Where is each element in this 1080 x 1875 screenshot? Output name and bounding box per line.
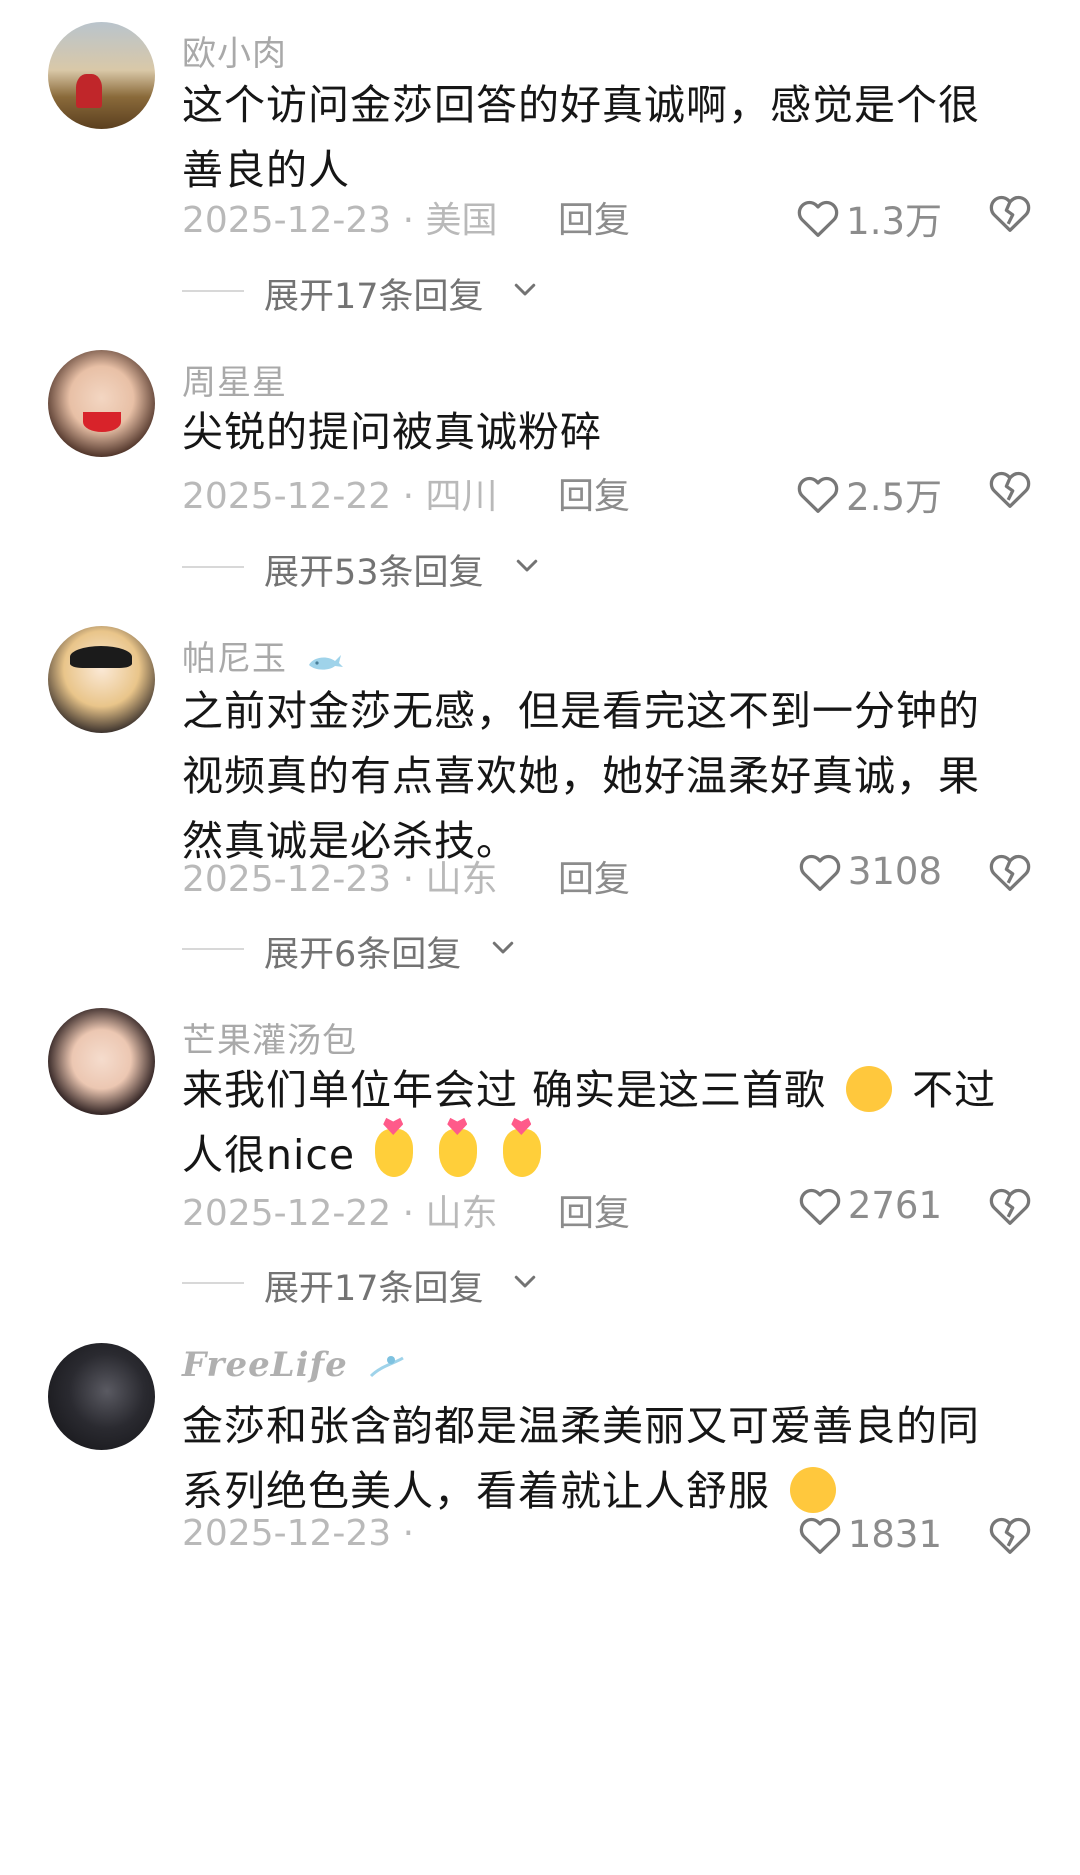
comment-text: 尖锐的提问被真诚粉碎	[182, 408, 602, 456]
date-location: 2025-12-23 · 山东	[182, 859, 498, 900]
reply-button[interactable]: 回复	[558, 467, 630, 519]
chevron-down-icon	[514, 283, 536, 296]
chevron-down-icon	[516, 559, 538, 572]
divider	[182, 566, 244, 568]
comment-text: 来我们单位年会过 确实是这三首歌 不过人很nice	[182, 1058, 1012, 1188]
username[interactable]: 芒果灌汤包	[182, 1013, 357, 1062]
like-button[interactable]: 2761	[798, 1184, 942, 1227]
comment-text: 金莎和张含韵都是温柔美丽又可爱善良的同系列绝色美人，看着就让人舒服	[182, 1394, 1012, 1524]
username-text: FreeLife	[182, 1345, 348, 1385]
heart-outline-icon	[799, 854, 841, 891]
heart-hands-emoji	[503, 1129, 542, 1177]
comment-meta: 2025-12-23 · 山东 回复 3108	[182, 850, 1032, 900]
relieved-face-emoji	[790, 1467, 837, 1513]
broken-heart-icon[interactable]	[988, 852, 1032, 892]
comment-meta: 2025-12-22 · 四川 回复 2.5万	[182, 467, 1032, 519]
chevron-down-icon	[514, 1275, 536, 1288]
broken-heart-icon[interactable]	[988, 193, 1032, 233]
crying-face-emoji	[846, 1066, 893, 1112]
comment-text: 这个访问金莎回答的好真诚啊，感觉是个很善良的人	[182, 81, 980, 194]
expand-replies-button[interactable]: 展开53条回复	[182, 544, 542, 593]
avatar[interactable]	[48, 22, 155, 129]
date-location: 2025-12-23 · 美国	[182, 200, 498, 241]
like-button[interactable]: 2.5万	[796, 467, 942, 521]
username[interactable]: FreeLife	[182, 1345, 407, 1385]
heart-hands-emoji	[375, 1129, 414, 1177]
heart-outline-icon	[797, 200, 839, 237]
like-button[interactable]: 1831	[798, 1513, 942, 1556]
comment-text: 之前对金莎无感，但是看完这不到一分钟的视频真的有点喜欢她，她好温柔好真诚，果然真…	[182, 687, 980, 865]
username[interactable]: 周星星	[182, 355, 287, 404]
username[interactable]: 欧小肉	[182, 26, 287, 75]
avatar[interactable]	[48, 1008, 155, 1115]
reply-button[interactable]: 回复	[558, 1184, 630, 1236]
heart-hands-emoji	[439, 1129, 478, 1177]
expand-replies-label: 展开53条回复	[264, 553, 484, 593]
divider	[182, 948, 244, 950]
like-count: 2761	[847, 1184, 942, 1227]
date-location: 2025-12-23 ·	[182, 1513, 415, 1554]
reply-button[interactable]: 回复	[558, 191, 630, 243]
heart-outline-icon	[799, 1188, 841, 1225]
heart-outline-icon	[799, 1517, 841, 1554]
like-button[interactable]: 3108	[798, 850, 942, 893]
avatar[interactable]	[48, 350, 155, 457]
comment-meta: 2025-12-23 · 美国 回复 1.3万	[182, 191, 1032, 243]
comment-meta: 2025-12-23 · 1831	[182, 1513, 1032, 1561]
like-count: 1.3万	[846, 200, 942, 243]
comment-feed: 欧小肉 这个访问金莎回答的好真诚啊，感觉是个很善良的人 2025-12-23 ·…	[0, 0, 1080, 1875]
broken-heart-icon[interactable]	[988, 1515, 1032, 1555]
like-count: 3108	[847, 850, 942, 893]
chevron-down-icon	[492, 941, 514, 954]
whale-icon	[308, 654, 343, 670]
expand-replies-button[interactable]: 展开17条回复	[182, 1260, 542, 1309]
avatar[interactable]	[48, 626, 155, 733]
like-count: 1831	[847, 1513, 942, 1556]
expand-replies-button[interactable]: 展开6条回复	[182, 926, 522, 975]
expand-replies-label: 展开6条回复	[264, 935, 462, 975]
username-text: 帕尼玉	[182, 639, 287, 679]
reply-button[interactable]: 回复	[558, 850, 630, 902]
like-count: 2.5万	[846, 476, 942, 519]
avatar[interactable]	[48, 1343, 155, 1450]
broken-heart-icon[interactable]	[988, 469, 1032, 509]
date-location: 2025-12-22 · 山东	[182, 1193, 498, 1234]
heart-outline-icon	[797, 476, 839, 513]
expand-replies-label: 展开17条回复	[264, 1269, 484, 1309]
username[interactable]: 帕尼玉	[182, 631, 345, 680]
date-location: 2025-12-22 · 四川	[182, 476, 498, 517]
comment-text-part: 金莎和张含韵都是温柔美丽又可爱善良的同系列绝色美人，看着就让人舒服	[182, 1402, 980, 1515]
expand-replies-button[interactable]: 展开17条回复	[182, 268, 542, 317]
broken-heart-icon[interactable]	[988, 1186, 1032, 1226]
comment-text-part: 来我们单位年会过 确实是这三首歌	[182, 1066, 827, 1114]
expand-replies-label: 展开17条回复	[264, 277, 484, 317]
like-button[interactable]: 1.3万	[796, 191, 942, 245]
divider	[182, 290, 244, 292]
comment-meta: 2025-12-22 · 山东 回复 2761	[182, 1184, 1032, 1234]
divider	[182, 1282, 244, 1284]
surf-icon	[369, 1356, 404, 1378]
